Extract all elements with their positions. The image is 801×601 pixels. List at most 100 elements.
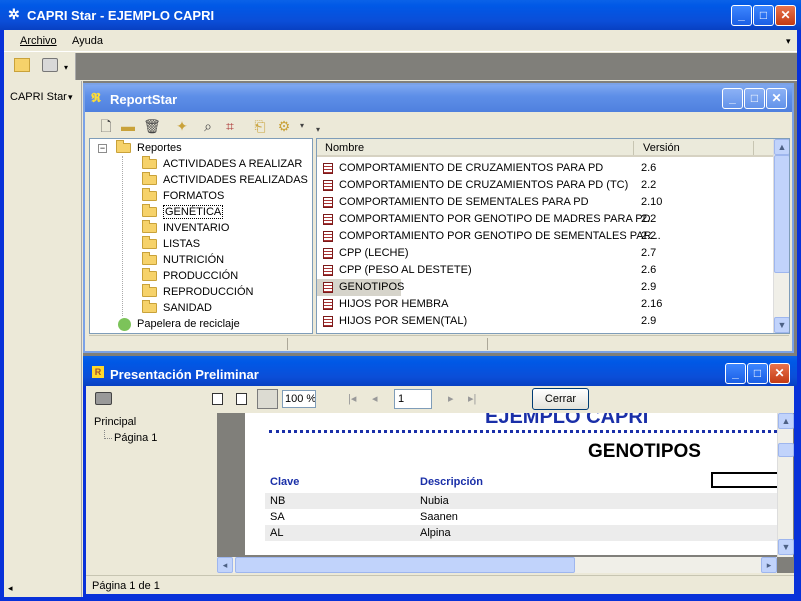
report-version: 2.9 xyxy=(641,281,657,293)
panel-scroll-left-icon[interactable]: ◂ xyxy=(8,583,13,594)
new-report-icon[interactable]: 🗋 xyxy=(97,117,115,135)
report-list-row[interactable]: GENOTIPOS 2.9 xyxy=(317,279,656,296)
delete-icon[interactable]: 🗑 xyxy=(143,117,161,135)
main-toolbar: ▾ xyxy=(4,53,797,80)
tree-folder-item[interactable]: NUTRICIÓN xyxy=(142,252,224,268)
maximize-button[interactable]: □ xyxy=(753,5,774,26)
report-doc-icon xyxy=(323,248,333,259)
report-list-row[interactable]: COMPORTAMIENTO DE SEMENTALES PARA PD 2.10 xyxy=(317,194,773,211)
preview-app-icon: R xyxy=(92,366,104,378)
page-number-field[interactable] xyxy=(394,389,432,409)
report-name: GENOTIPOS xyxy=(339,281,405,293)
folder-icon xyxy=(142,188,157,202)
open-report-icon[interactable]: ▬ xyxy=(119,117,137,135)
menu-ayuda[interactable]: Ayuda xyxy=(72,35,103,47)
new-folder-icon[interactable]: ✦ xyxy=(173,117,191,135)
tree-folder-item[interactable]: ACTIVIDADES A REALIZAR xyxy=(142,156,302,172)
doc-scroll-down-icon[interactable]: ▼ xyxy=(778,539,794,555)
print-icon[interactable] xyxy=(42,58,58,72)
report-list-row[interactable]: COMPORTAMIENTO POR GENOTIPO DE MADRES PA… xyxy=(317,211,773,228)
list-vscrollbar[interactable]: ▲ ▼ xyxy=(773,139,789,333)
tree-folder-label: SANIDAD xyxy=(163,302,212,314)
close-button[interactable]: ✕ xyxy=(775,5,796,26)
doc-hscrollbar[interactable]: ◂ ▸ xyxy=(217,557,777,573)
doc-descripcion: Nubia xyxy=(420,495,449,507)
doc-dotted-rule xyxy=(269,430,777,433)
preview-maximize-button[interactable]: □ xyxy=(747,363,768,384)
reportstar-titlebar[interactable]: 𝕽 ReportStar _ □ ✕ xyxy=(85,85,792,112)
print-preview-icon[interactable] xyxy=(95,392,112,405)
next-page-icon[interactable]: ▸ xyxy=(448,392,454,405)
import-icon[interactable]: ⎗ xyxy=(251,117,269,135)
folder-icon xyxy=(142,300,157,314)
reportstar-toolbar: 🗋 ▬ 🗑 ✦ ⌕ ⌗ ⎗ ⚙ ▾ ▾ xyxy=(89,113,789,138)
scroll-up-arrow-icon[interactable]: ▲ xyxy=(774,139,789,155)
report-list-row[interactable]: COMPORTAMIENTO DE CRUZAMIENTOS PARA PD (… xyxy=(317,177,773,194)
last-page-icon[interactable]: ▸| xyxy=(468,392,476,405)
preview-titlebar[interactable]: R Presentación Preliminar _ □ ✕ xyxy=(83,356,797,386)
multi-page-icon[interactable] xyxy=(257,389,278,409)
first-page-icon[interactable]: |◂ xyxy=(348,392,356,405)
capri-star-label[interactable]: CAPRI Star xyxy=(10,91,67,103)
report-list-row[interactable]: HIJOS POR SEMEN(TAL) 2.9 xyxy=(317,313,773,330)
print-dropdown-icon[interactable]: ▾ xyxy=(64,63,68,72)
doc-scroll-up-icon[interactable]: ▲ xyxy=(778,413,794,429)
scroll-down-arrow-icon[interactable]: ▼ xyxy=(774,317,789,333)
doc-box xyxy=(711,472,777,488)
doc-scroll-left-icon[interactable]: ◂ xyxy=(217,557,233,573)
doc-hscroll-thumb[interactable] xyxy=(235,557,575,573)
column-version[interactable]: Versión xyxy=(643,142,680,154)
tree-root-label: Reportes xyxy=(137,142,182,154)
menu-archivo[interactable]: Archivo xyxy=(20,35,57,47)
report-list-row[interactable]: CPP (PESO AL DESTETE) 2.6 xyxy=(317,262,773,279)
doc-scroll-right-icon[interactable]: ▸ xyxy=(761,557,777,573)
document-page: EJEMPLO CAPRI GENOTIPOS Clave Descripció… xyxy=(245,413,777,555)
tree-folder-item[interactable]: LISTAS xyxy=(142,236,200,252)
zoom-field[interactable] xyxy=(282,390,316,408)
reportstar-close-button[interactable]: ✕ xyxy=(766,88,787,109)
design-icon[interactable]: ⌗ xyxy=(221,117,239,135)
folder-icon xyxy=(142,236,157,250)
outline-pagina-1[interactable]: Página 1 xyxy=(114,432,157,444)
cerrar-button[interactable]: Cerrar xyxy=(532,388,589,410)
tree-folder-item[interactable]: PRODUCCIÓN xyxy=(142,268,238,284)
preview-close-button[interactable]: ✕ xyxy=(769,363,790,384)
prev-page-icon[interactable]: ◂ xyxy=(372,392,378,405)
tree-recycle-bin[interactable]: Papelera de reciclaje xyxy=(118,316,240,332)
folder-icon xyxy=(142,204,157,218)
menu-chevron-icon[interactable]: ▾ xyxy=(786,36,791,47)
tree-folder-item[interactable]: GENÉTICA xyxy=(142,204,224,220)
outline-principal[interactable]: Principal xyxy=(94,416,136,428)
tree-folder-item[interactable]: FORMATOS xyxy=(142,188,224,204)
report-version: 2.9 xyxy=(641,315,657,327)
tree-folder-item[interactable]: SANIDAD xyxy=(142,300,212,316)
scroll-thumb[interactable] xyxy=(774,155,789,273)
tree-collapse-icon[interactable]: − xyxy=(98,144,107,153)
tree-folder-item[interactable]: INVENTARIO xyxy=(142,220,229,236)
minimize-button[interactable]: _ xyxy=(731,5,752,26)
reportstar-maximize-button[interactable]: □ xyxy=(744,88,765,109)
tree-folder-item[interactable]: ACTIVIDADES REALIZADAS xyxy=(142,172,308,188)
properties-icon[interactable]: ⚙ xyxy=(275,117,293,135)
column-nombre[interactable]: Nombre xyxy=(325,142,364,154)
tree-folder-item[interactable]: REPRODUCCIÓN xyxy=(142,284,253,300)
tree-root[interactable]: Reportes xyxy=(116,140,182,156)
single-page-icon[interactable] xyxy=(212,393,223,405)
preview-icon[interactable]: ⌕ xyxy=(199,117,217,135)
doc-scroll-thumb[interactable] xyxy=(778,443,794,457)
reportstar-minimize-button[interactable]: _ xyxy=(722,88,743,109)
report-list-row[interactable]: CPP (LECHE) 2.7 xyxy=(317,245,773,262)
open-folder-icon[interactable] xyxy=(14,58,30,72)
doc-col-descripcion: Descripción xyxy=(420,476,483,488)
doc-vscrollbar[interactable]: ▲ ▼ xyxy=(777,413,794,557)
toolbar-overflow-icon[interactable]: ▾ xyxy=(309,121,327,139)
page-width-icon[interactable] xyxy=(236,393,247,405)
preview-minimize-button[interactable]: _ xyxy=(725,363,746,384)
report-list-row[interactable]: COMPORTAMIENTO DE CRUZAMIENTOS PARA PD 2.… xyxy=(317,160,773,177)
main-titlebar[interactable]: ✲ CAPRI Star - EJEMPLO CAPRI _ □ ✕ xyxy=(0,0,801,30)
report-list-row[interactable]: HIJOS POR HEMBRA 2.16 xyxy=(317,296,773,313)
reportstar-app-icon: 𝕽 xyxy=(91,90,101,105)
report-list-row[interactable]: COMPORTAMIENTO POR GENOTIPO DE SEMENTALE… xyxy=(317,228,773,245)
capri-star-arrow-icon[interactable]: ▾ xyxy=(68,92,73,103)
preview-statusbar: Página 1 de 1 xyxy=(86,575,794,594)
